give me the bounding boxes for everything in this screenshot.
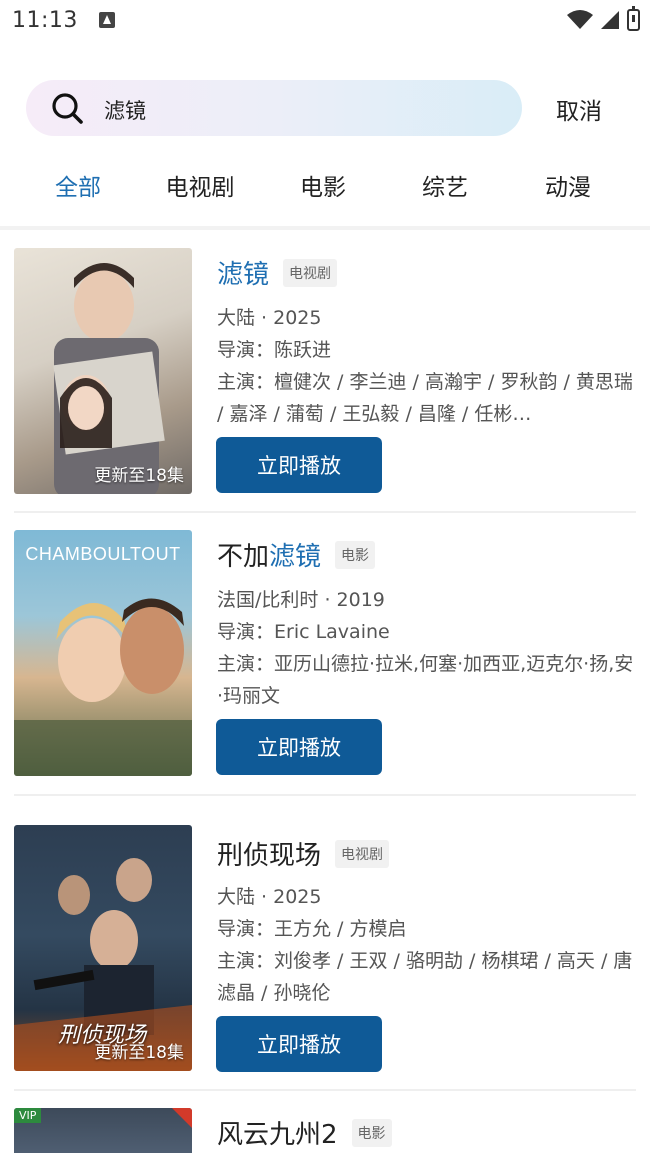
notification-app-icon <box>99 12 115 28</box>
result-meta: 法国/比利时 · 2019 导演：Eric Lavaine 主演：亚历山德拉·拉… <box>217 584 637 712</box>
row-divider <box>14 511 636 513</box>
poster-badge: 更新至18集 <box>94 1043 184 1063</box>
category-tabs: 全部 电视剧 电影 综艺 动漫 <box>0 168 650 208</box>
wifi-icon <box>567 10 593 29</box>
cast: 主演：檀健次 / 李兰迪 / 高瀚宇 / 罗秋韵 / 黄思瑞 / 嘉泽 / 蒲萄… <box>217 371 633 425</box>
status-bar: 11:13 <box>0 0 650 44</box>
poster-image[interactable]: CHAMBOULTOUT <box>14 530 192 776</box>
play-now-button[interactable]: 立即播放 <box>216 437 382 493</box>
type-tag: 电视剧 <box>335 839 390 868</box>
result-title[interactable]: 不加滤镜 <box>217 536 321 573</box>
type-tag: 电影 <box>335 540 376 569</box>
search-query-text[interactable]: 滤镜 <box>104 95 146 125</box>
poster-image[interactable]: 刑侦现场 更新至18集 <box>14 825 192 1071</box>
director: 导演：陈跃进 <box>217 339 332 361</box>
row-divider <box>14 1089 636 1091</box>
status-icons <box>567 6 640 31</box>
poster-image[interactable]: 更新至18集 <box>14 248 192 494</box>
tab-all[interactable]: 全部 <box>18 168 138 202</box>
play-now-button[interactable]: 立即播放 <box>216 719 382 775</box>
type-tag: 电视剧 <box>283 258 338 287</box>
director: 导演：王方允 / 方模启 <box>217 918 407 940</box>
cancel-button[interactable]: 取消 <box>556 92 602 126</box>
title-row: 刑侦现场 电视剧 <box>217 835 390 872</box>
row-divider <box>14 794 636 796</box>
result-title[interactable]: 刑侦现场 <box>217 835 321 872</box>
cast: 主演：亚历山德拉·拉米,何塞·加西亚,迈克尔·扬,安·玛丽文 <box>217 653 634 707</box>
search-input[interactable]: 滤镜 <box>26 80 522 136</box>
vip-badge: VIP <box>14 1108 42 1123</box>
director: 导演：Eric Lavaine <box>217 621 390 643</box>
title-row: 风云九州2 电影 <box>217 1114 392 1151</box>
search-icon <box>52 93 83 124</box>
title-row: 不加滤镜 电影 <box>217 536 376 573</box>
result-meta: 大陆 · 2025 导演：陈跃进 主演：檀健次 / 李兰迪 / 高瀚宇 / 罗秋… <box>217 302 637 430</box>
tabs-divider <box>0 226 650 230</box>
region-year: 大陆 · 2025 <box>217 307 322 329</box>
result-title[interactable]: 滤镜 <box>217 254 269 291</box>
cast: 主演：刘俊孝 / 王双 / 骆明劼 / 杨棋珺 / 高天 / 唐滤晶 / 孙晓伦 <box>217 950 633 1004</box>
result-title[interactable]: 风云九州2 <box>217 1114 338 1151</box>
title-row: 滤镜 电视剧 <box>217 254 338 291</box>
signal-icon <box>601 11 619 29</box>
region-year: 法国/比利时 · 2019 <box>217 589 385 611</box>
region-year: 大陆 · 2025 <box>217 886 322 908</box>
status-time: 11:13 <box>12 8 78 33</box>
result-meta: 大陆 · 2025 导演：王方允 / 方模启 主演：刘俊孝 / 王双 / 骆明劼… <box>217 881 637 1009</box>
poster-image[interactable]: VIP <box>14 1108 192 1153</box>
play-now-button[interactable]: 立即播放 <box>216 1016 382 1072</box>
tab-movies[interactable]: 电影 <box>263 168 383 202</box>
tab-anime[interactable]: 动漫 <box>508 168 628 202</box>
poster-badge: 更新至18集 <box>94 466 184 486</box>
tab-tv-series[interactable]: 电视剧 <box>140 168 260 202</box>
tab-variety[interactable]: 综艺 <box>385 168 505 202</box>
type-tag: 电影 <box>351 1118 392 1147</box>
battery-icon <box>627 6 640 31</box>
